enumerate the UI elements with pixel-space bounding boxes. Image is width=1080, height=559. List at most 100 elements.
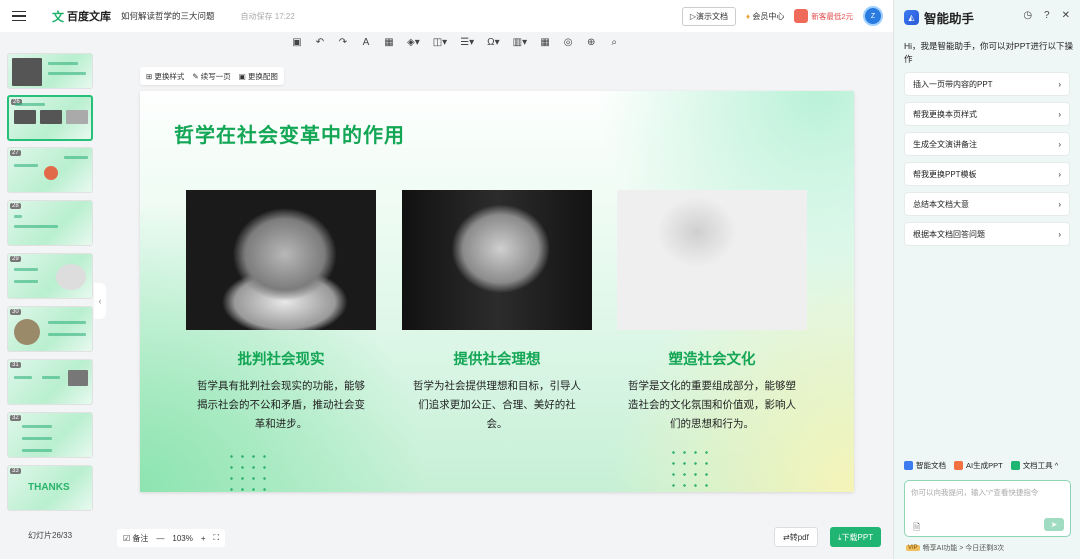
continue-page-button[interactable]: ✎ 续写一页 bbox=[192, 71, 230, 82]
slide-column: 批判社会现实 哲学具有批判社会现实的功能，能够揭示社会的不公和矛盾，推动社会变革… bbox=[186, 190, 376, 434]
column-text[interactable]: 哲学为社会提供理想和目标，引导人们追求更加公正、合理、美好的社会。 bbox=[402, 377, 592, 434]
change-image-button[interactable]: ▣ 更换配图 bbox=[239, 71, 278, 82]
download-ppt-button[interactable]: ⤓下载PPT bbox=[830, 527, 882, 547]
thumbnail-image bbox=[56, 264, 86, 290]
redo-icon[interactable]: ↷ bbox=[338, 37, 348, 48]
avatar[interactable]: Z bbox=[863, 6, 883, 26]
image-icon[interactable]: ▦ bbox=[384, 37, 394, 48]
portrait-image[interactable] bbox=[186, 190, 376, 330]
layout-icon[interactable]: ◫▾ bbox=[433, 37, 447, 48]
gift-icon bbox=[794, 9, 809, 23]
column-text[interactable]: 哲学具有批判社会现实的功能，能够揭示社会的不公和矛盾，推动社会变革和进步。 bbox=[186, 377, 376, 434]
thumbnail-text bbox=[14, 268, 38, 271]
palette-icon[interactable]: ◎ bbox=[563, 37, 573, 48]
thumbnail-text bbox=[15, 103, 45, 106]
column-heading[interactable]: 提供社会理想 bbox=[402, 348, 592, 369]
send-icon[interactable]: ➤ bbox=[1044, 518, 1064, 531]
add-icon[interactable]: ⊕ bbox=[586, 37, 596, 48]
list-icon[interactable]: ☰▾ bbox=[460, 37, 474, 48]
assistant-input[interactable]: 你可以向我提问，输入"/"查看快捷指令 🗎 ➤ bbox=[904, 480, 1071, 537]
undo-icon[interactable]: ↶ bbox=[315, 37, 325, 48]
slide-canvas[interactable]: 哲学在社会变革中的作用 批判社会现实 哲学具有批判社会现实的功能，能够揭示社会的… bbox=[140, 91, 854, 492]
suggestion-label: 帮我更换本页样式 bbox=[913, 109, 977, 119]
thumbnail-text bbox=[14, 215, 22, 218]
vip-badge: VIP bbox=[906, 545, 920, 551]
suggestion-item[interactable]: 帮我更换PPT模板 › bbox=[904, 162, 1070, 186]
decorative-dots bbox=[226, 451, 270, 491]
column-heading[interactable]: 塑造社会文化 bbox=[617, 348, 807, 369]
change-image-label: 更换配图 bbox=[247, 71, 278, 81]
vip-center-link[interactable]: ♦ 会员中心 bbox=[746, 11, 784, 22]
suggestion-item[interactable]: 根据本文档回答问题 › bbox=[904, 222, 1070, 246]
diamond-icon: ♦ bbox=[746, 11, 751, 21]
suggestion-label: 根据本文档回答问题 bbox=[913, 229, 985, 239]
slide-thumbnail[interactable]: 31 bbox=[7, 359, 93, 405]
assistant-actions: ◷ ? ✕ bbox=[1023, 10, 1070, 21]
thumbnail-text bbox=[14, 164, 38, 167]
slide-thumbnail-selected[interactable]: 26 bbox=[7, 95, 93, 141]
help-icon[interactable]: ? bbox=[1044, 10, 1050, 21]
notes-button[interactable]: ☑ 备注 bbox=[123, 533, 148, 544]
history-icon[interactable]: ◷ bbox=[1023, 10, 1032, 21]
promo-link[interactable]: 新客最低2元 bbox=[794, 9, 853, 23]
thumbnail-text bbox=[14, 376, 32, 379]
thumbnail-image bbox=[68, 370, 88, 386]
chart-icon[interactable]: ▥▾ bbox=[513, 37, 527, 48]
slide-thumbnail[interactable]: 27 bbox=[7, 147, 93, 193]
present-button[interactable]: ▷演示文档 bbox=[681, 6, 736, 26]
portrait-image[interactable] bbox=[402, 190, 592, 330]
change-style-button[interactable]: ⊞ 更换样式 bbox=[146, 71, 184, 82]
thumbnail-text bbox=[48, 333, 86, 336]
slide-thumbnail[interactable]: 30 bbox=[7, 306, 93, 352]
thumbnail-image bbox=[12, 58, 42, 86]
slide-thumbnail[interactable] bbox=[7, 53, 93, 89]
assistant-footer[interactable]: VIP 畅享AI功能 > 今日还剩3次 bbox=[906, 543, 1004, 553]
symbol-icon[interactable]: Ω▾ bbox=[487, 37, 500, 48]
slide-title[interactable]: 哲学在社会变革中的作用 bbox=[174, 119, 405, 148]
editor-toolbar: ▣ ↶ ↷ A ▦ ◈▾ ◫▾ ☰▾ Ω▾ ▥▾ ▦ ◎ ⊕ ⌕ bbox=[292, 33, 619, 51]
shape-icon[interactable]: ◈▾ bbox=[407, 37, 420, 48]
ai-usage-text: 畅享AI功能 > 今日还剩3次 bbox=[922, 545, 1005, 552]
slide-thumbnail[interactable]: 28 bbox=[7, 200, 93, 246]
table-icon[interactable]: ▦ bbox=[540, 37, 550, 48]
column-heading[interactable]: 批判社会现实 bbox=[186, 348, 376, 369]
slide-thumbnail[interactable]: 33 THANKS bbox=[7, 465, 93, 511]
menu-icon[interactable] bbox=[12, 10, 26, 22]
thumbnail-text bbox=[64, 156, 88, 159]
slide-thumbnail-panel: 26 27 28 29 30 31 32 33 THANKS bbox=[0, 50, 98, 520]
ppt-icon bbox=[954, 461, 963, 470]
smart-doc-tool[interactable]: 智能文档 bbox=[904, 460, 946, 471]
collapse-panel-chevron-icon[interactable]: ‹ bbox=[94, 283, 106, 319]
logo[interactable]: 文百度文库 bbox=[52, 8, 111, 25]
thumbnail-text bbox=[14, 280, 38, 283]
convert-pdf-button[interactable]: ⇄转pdf bbox=[774, 527, 818, 547]
suggestion-item[interactable]: 插入一页带内容的PPT › bbox=[904, 72, 1070, 96]
slide-number: 30 bbox=[10, 309, 21, 315]
search-icon[interactable]: ⌕ bbox=[609, 37, 619, 48]
chevron-right-icon: › bbox=[1058, 199, 1061, 209]
assistant-greeting: Hi，我是智能助手，你可以对PPT进行以下操作 bbox=[904, 41, 1074, 64]
portrait-image[interactable] bbox=[617, 190, 807, 330]
thumbnail-text bbox=[14, 225, 58, 228]
close-icon[interactable]: ✕ bbox=[1062, 10, 1070, 21]
attach-file-icon[interactable]: 🗎 bbox=[913, 520, 920, 536]
fit-screen-icon[interactable]: ⛶ bbox=[214, 533, 220, 543]
slide-thumbnail[interactable]: 29 bbox=[7, 253, 93, 299]
document-title[interactable]: 如何解读哲学的三大问题 bbox=[121, 10, 215, 22]
ai-ppt-tool[interactable]: AI生成PPT bbox=[954, 460, 1003, 471]
suggestion-item[interactable]: 总结本文档大意 › bbox=[904, 192, 1070, 216]
thumbnail-text bbox=[22, 437, 52, 440]
slide-thumbnail[interactable]: 32 bbox=[7, 412, 93, 458]
zoom-out-button[interactable]: — bbox=[156, 534, 164, 543]
doc-tools-menu[interactable]: 文档工具 ^ bbox=[1010, 460, 1058, 471]
suggestion-item[interactable]: 帮我更换本页样式 › bbox=[904, 102, 1070, 126]
slide-number: 27 bbox=[10, 150, 21, 156]
slide-counter: 幻灯片26/33 bbox=[28, 531, 73, 540]
slide-number: 31 bbox=[10, 362, 21, 368]
column-text[interactable]: 哲学是文化的重要组成部分，能够塑造社会的文化氛围和价值观，影响人们的思想和行为。 bbox=[617, 377, 807, 434]
zoom-in-button[interactable]: + bbox=[201, 534, 206, 543]
save-icon[interactable]: ▣ bbox=[292, 37, 302, 48]
promo-label: 新客最低2元 bbox=[811, 11, 853, 21]
suggestion-item[interactable]: 生成全文演讲备注 › bbox=[904, 132, 1070, 156]
text-icon[interactable]: A bbox=[361, 37, 371, 48]
